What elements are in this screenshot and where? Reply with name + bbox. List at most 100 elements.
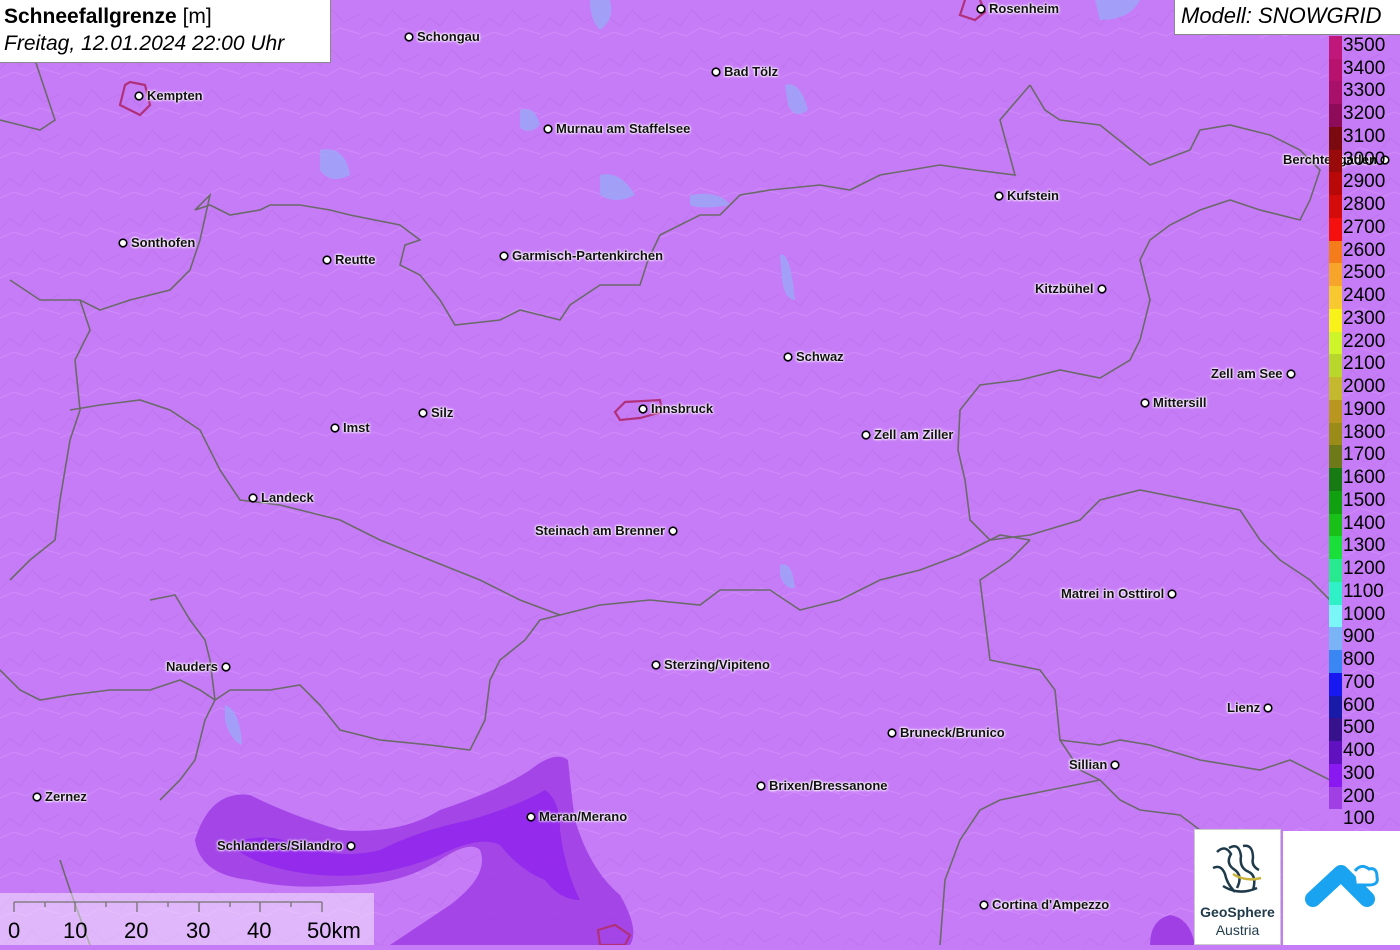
city-label[interactable]: Sterzing/Vipiteno bbox=[664, 657, 770, 672]
scale-label-0: 0 bbox=[8, 918, 21, 943]
city-label[interactable]: Kufstein bbox=[1007, 188, 1059, 203]
legend-label: 2700 bbox=[1343, 216, 1386, 238]
city-dot bbox=[346, 841, 356, 851]
legend-swatch bbox=[1329, 377, 1342, 401]
map-canvas[interactable] bbox=[0, 0, 1400, 945]
city-label[interactable]: Schlanders/Silandro bbox=[217, 838, 343, 853]
geosphere-logo-line1: GeoSphere bbox=[1200, 904, 1275, 920]
legend-label: 1000 bbox=[1343, 603, 1386, 625]
city-dot bbox=[418, 408, 428, 418]
legend-swatch bbox=[1329, 354, 1342, 378]
city-label[interactable]: Zell am Ziller bbox=[874, 427, 953, 442]
geosphere-logo[interactable]: GeoSphere Austria bbox=[1194, 829, 1281, 945]
map-title: Schneefallgrenze [m] Freitag, 12.01.2024… bbox=[0, 0, 331, 63]
city-dot bbox=[668, 526, 678, 536]
city-label[interactable]: Bad Tölz bbox=[724, 64, 778, 79]
legend-swatch bbox=[1329, 172, 1342, 196]
legend-swatch bbox=[1329, 695, 1342, 719]
city-label[interactable]: Meran/Merano bbox=[539, 809, 627, 824]
city-dot bbox=[134, 91, 144, 101]
legend-label: 3200 bbox=[1343, 103, 1386, 125]
legend-swatch bbox=[1329, 718, 1342, 742]
city-dot bbox=[32, 792, 42, 802]
city-dot bbox=[994, 191, 1004, 201]
legend-swatch bbox=[1329, 81, 1342, 105]
city-label[interactable]: Zell am See bbox=[1211, 366, 1283, 381]
legend-label: 3100 bbox=[1343, 125, 1386, 147]
legend-swatch bbox=[1329, 104, 1342, 128]
city-label[interactable]: Schongau bbox=[417, 29, 480, 44]
city-dot bbox=[543, 124, 553, 134]
legend-label: 2100 bbox=[1343, 353, 1386, 375]
city-label[interactable]: Cortina d'Ampezzo bbox=[992, 897, 1109, 912]
city-label[interactable]: Kitzbühel bbox=[1035, 281, 1094, 296]
legend-swatch bbox=[1329, 58, 1342, 82]
city-dot bbox=[1167, 589, 1177, 599]
city-label[interactable]: Steinach am Brenner bbox=[535, 523, 665, 538]
city-dot bbox=[887, 728, 897, 738]
legend-label: 3300 bbox=[1343, 80, 1386, 102]
legend-label: 1100 bbox=[1343, 580, 1384, 602]
title-main: Schneefallgrenze bbox=[4, 5, 177, 28]
city-dot bbox=[638, 404, 648, 414]
city-label[interactable]: Matrei in Osttirol bbox=[1061, 586, 1164, 601]
snowgrid-logo[interactable] bbox=[1283, 831, 1400, 945]
legend-label: 2900 bbox=[1343, 171, 1386, 193]
city-label[interactable]: Murnau am Staffelsee bbox=[556, 121, 690, 136]
city-label[interactable]: Bruneck/Brunico bbox=[900, 725, 1005, 740]
scale-label-50km: 50km bbox=[307, 918, 361, 943]
legend-label: 3500 bbox=[1343, 35, 1386, 56]
city-label[interactable]: Kempten bbox=[147, 88, 203, 103]
legend-swatch bbox=[1329, 149, 1342, 173]
city-label[interactable]: Sonthofen bbox=[131, 235, 195, 250]
legend-label: 800 bbox=[1343, 649, 1375, 671]
city-label[interactable]: Nauders bbox=[166, 659, 218, 674]
city-dot bbox=[404, 32, 414, 42]
city-label[interactable]: Innsbruck bbox=[651, 401, 713, 416]
city-dot bbox=[526, 812, 536, 822]
legend-swatch bbox=[1329, 217, 1342, 242]
city-dot bbox=[976, 4, 986, 14]
legend-label: 1200 bbox=[1343, 558, 1386, 580]
legend-label: 100 bbox=[1343, 808, 1375, 830]
legend-swatch bbox=[1329, 445, 1342, 469]
city-label[interactable]: Silz bbox=[431, 405, 453, 420]
city-label[interactable]: Brixen/Bressanone bbox=[769, 778, 888, 793]
legend-swatch bbox=[1329, 650, 1342, 674]
legend-label: 2200 bbox=[1343, 330, 1386, 352]
legend-swatch bbox=[1329, 422, 1342, 446]
city-dot bbox=[861, 430, 871, 440]
city-label[interactable]: Sillian bbox=[1069, 757, 1107, 772]
city-dot bbox=[1263, 703, 1273, 713]
legend-label: 1900 bbox=[1343, 398, 1386, 420]
city-label[interactable]: Lienz bbox=[1227, 700, 1260, 715]
terrain-relief bbox=[0, 0, 1400, 945]
title-line: Schneefallgrenze [m] bbox=[4, 4, 326, 30]
city-dot bbox=[1097, 284, 1107, 294]
legend-label: 3000 bbox=[1343, 148, 1386, 170]
legend-swatch bbox=[1329, 490, 1342, 515]
legend-swatch bbox=[1329, 286, 1342, 310]
city-label[interactable]: Schwaz bbox=[796, 349, 844, 364]
legend-label: 300 bbox=[1343, 762, 1375, 784]
legend-swatch bbox=[1329, 604, 1342, 628]
legend-swatch bbox=[1329, 672, 1342, 697]
city-dot bbox=[651, 660, 661, 670]
city-label[interactable]: Rosenheim bbox=[989, 1, 1059, 16]
city-dot bbox=[1110, 760, 1120, 770]
city-label[interactable]: Reutte bbox=[335, 252, 375, 267]
city-dot bbox=[499, 251, 509, 261]
city-label[interactable]: Mittersill bbox=[1153, 395, 1206, 410]
city-dot bbox=[118, 238, 128, 248]
legend-label: 500 bbox=[1343, 717, 1375, 739]
legend-label: 2400 bbox=[1343, 285, 1386, 307]
legend-swatch bbox=[1329, 741, 1342, 765]
legend-swatch bbox=[1329, 399, 1342, 424]
city-label[interactable]: Landeck bbox=[261, 490, 314, 505]
city-label[interactable]: Garmisch-Partenkirchen bbox=[512, 248, 663, 263]
legend-swatch bbox=[1329, 36, 1342, 60]
city-label[interactable]: Imst bbox=[343, 420, 370, 435]
city-dot bbox=[1140, 398, 1150, 408]
legend-swatch bbox=[1329, 126, 1342, 151]
city-label[interactable]: Zernez bbox=[45, 789, 87, 804]
